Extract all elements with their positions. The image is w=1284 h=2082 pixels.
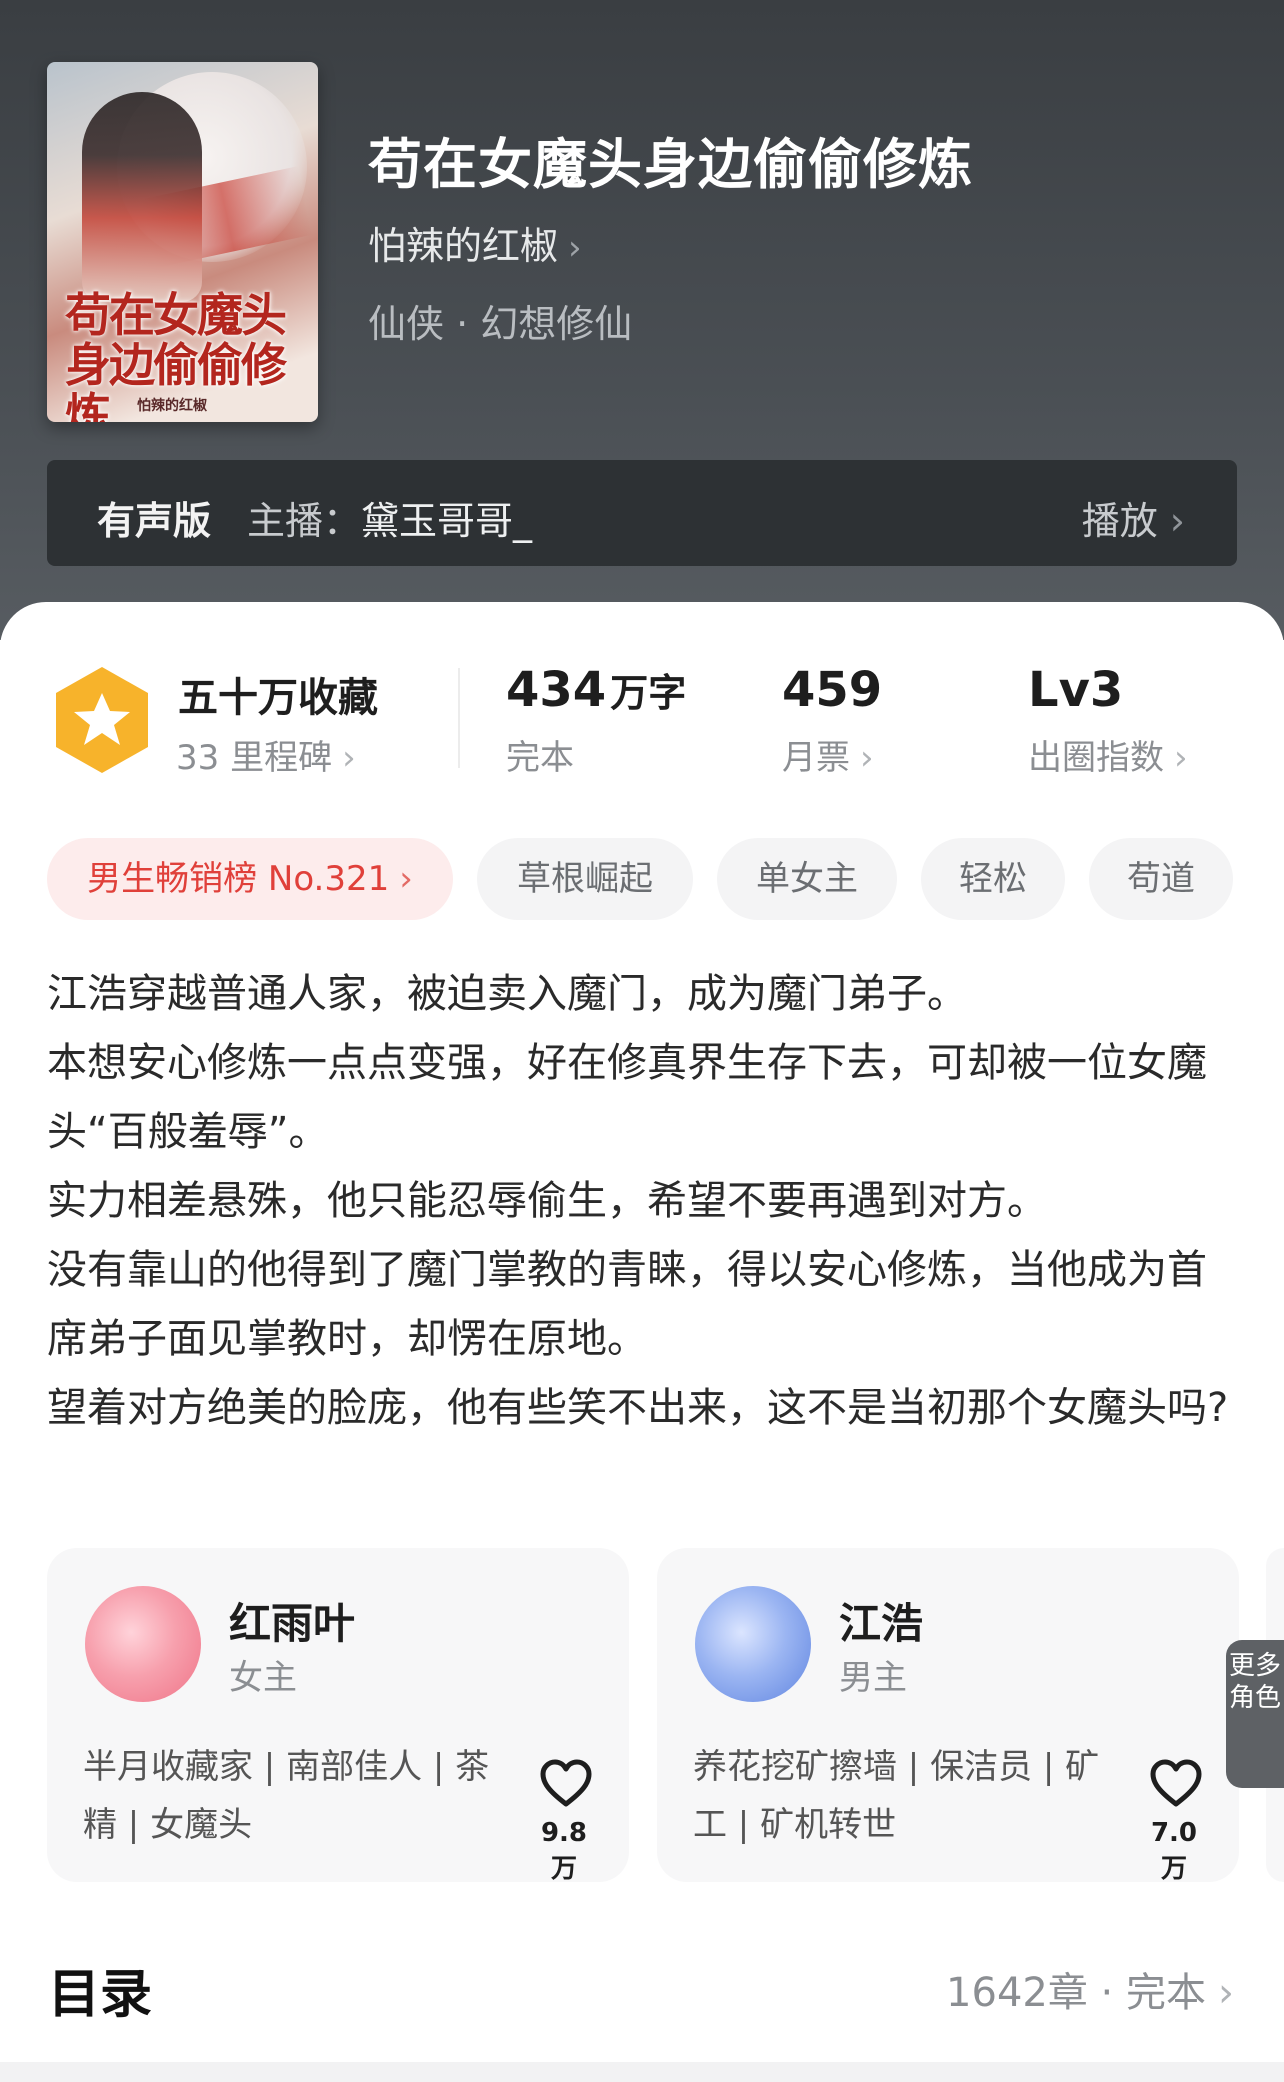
description-paragraph: 望着对方绝美的脸庞，他有些笑不出来，这不是当初那个女魔头吗? [47, 1385, 1229, 1431]
audio-play-label: 播放 [1081, 499, 1158, 543]
character-name: 江浩 [839, 1599, 924, 1648]
character-card[interactable]: 红雨叶 女主 半月收藏家 | 南部佳人 | 茶精 | 女魔头 9.8万 [47, 1548, 629, 1884]
character-card[interactable]: 江浩 男主 养花挖矿擦墙 | 保洁员 | 矿工 | 矿机转世 7.0万 [657, 1548, 1239, 1884]
description-paragraph: 江浩穿越普通人家，被迫卖入魔门，成为魔门弟子。 [47, 971, 967, 1017]
bottom-strip [0, 2062, 1284, 2082]
audio-play-button[interactable]: 播放 › [1082, 490, 1185, 545]
chevron-right-icon: › [342, 738, 356, 778]
toc-link[interactable]: 1642章 · 完本 › [946, 1960, 1234, 2018]
star-badge-icon [56, 667, 148, 773]
tag-rank[interactable]: 男生畅销榜 No.321 › [47, 838, 453, 920]
level-link[interactable]: 出圈指数 › [1028, 730, 1188, 779]
audio-version-bar[interactable]: 有声版 主播：黛玉哥哥_ 播放 › [47, 460, 1237, 566]
description-paragraph: 实力相差悬殊，他只能忍辱偷生，希望不要再遇到对方。 [47, 1178, 1047, 1224]
audio-host-name: 黛玉哥哥_ [361, 499, 533, 543]
audio-host: 主播：黛玉哥哥_ [247, 490, 532, 545]
book-genre: 仙侠 · 幻想修仙 [368, 302, 633, 346]
word-count: 434 万字 [506, 662, 686, 718]
character-role: 男主 [839, 1658, 907, 1698]
toc-status: 完本 [1126, 1970, 1206, 2016]
book-description[interactable]: 江浩穿越普通人家，被迫卖入魔门，成为魔门弟子。 本想安心修炼一点点变强，好在修真… [47, 960, 1237, 1443]
character-traits: 半月收藏家 | 南部佳人 | 茶精 | 女魔头 [83, 1747, 490, 1845]
chevron-right-icon: › [1174, 738, 1188, 778]
more-roles-button[interactable]: 更多角色 [1226, 1640, 1284, 1788]
cover-figure [82, 92, 202, 302]
character-name: 红雨叶 [229, 1599, 356, 1648]
tag-item[interactable]: 苟道 [1089, 838, 1233, 920]
chevron-right-icon: › [1218, 1970, 1234, 2016]
description-paragraph: 没有靠山的他得到了魔门掌教的青睐，得以安心修炼，当他成为首席弟子面见掌教时，却愣… [47, 1247, 1207, 1362]
chevron-right-icon: › [399, 859, 413, 899]
stats-divider [458, 668, 460, 768]
collection-title: 五十万收藏 [178, 675, 378, 721]
book-author-name: 怕辣的红椒 [368, 224, 559, 268]
book-status: 完本 [506, 738, 574, 778]
monthly-tickets-link[interactable]: 月票 › [782, 730, 874, 779]
book-author-link[interactable]: 怕辣的红椒 › [368, 215, 582, 270]
character-avatar [695, 1586, 811, 1702]
level-label: 出圈指数 [1028, 738, 1164, 778]
word-count-value: 434 [506, 662, 607, 718]
toc-chapter-count: 1642章 [946, 1970, 1088, 2016]
book-title: 苟在女魔头身边偷偷修炼 [368, 133, 973, 196]
tag-item[interactable]: 轻松 [921, 838, 1065, 920]
tag-item[interactable]: 单女主 [717, 838, 897, 920]
heart-icon[interactable] [539, 1758, 593, 1808]
character-likes: 7.0万 [1150, 1818, 1198, 1884]
description-paragraph: 本想安心修炼一点点变强，好在修真界生存下去，可却被一位女魔头“百般羞辱”。 [47, 1040, 1207, 1155]
tag-item[interactable]: 草根崛起 [477, 838, 693, 920]
chevron-right-icon: › [568, 228, 582, 268]
monthly-tickets-value: 459 [782, 662, 883, 718]
audio-label: 有声版 [97, 499, 212, 543]
milestone-label: 33 里程碑 [176, 738, 333, 778]
audio-host-prefix: 主播： [247, 499, 362, 543]
cover-author: 怕辣的红椒 [137, 398, 207, 414]
word-count-unit: 万字 [610, 671, 687, 715]
character-traits: 养花挖矿擦墙 | 保洁员 | 矿工 | 矿机转世 [693, 1747, 1100, 1845]
monthly-tickets-label: 月票 [782, 738, 850, 778]
level-value: Lv3 [1028, 662, 1124, 718]
tag-rank-label: 男生畅销榜 No.321 [87, 859, 390, 899]
character-avatar [85, 1586, 201, 1702]
character-role: 女主 [229, 1658, 297, 1698]
book-cover[interactable]: 苟在女魔头身边偷偷修炼 怕辣的红椒 [47, 62, 318, 422]
chevron-right-icon: › [860, 738, 874, 778]
toc-title: 目录 [48, 1965, 153, 2025]
character-likes: 9.8万 [540, 1818, 588, 1884]
heart-icon[interactable] [1149, 1758, 1203, 1808]
milestone-link[interactable]: 33 里程碑 › [176, 730, 356, 779]
chevron-right-icon: › [1169, 499, 1185, 543]
